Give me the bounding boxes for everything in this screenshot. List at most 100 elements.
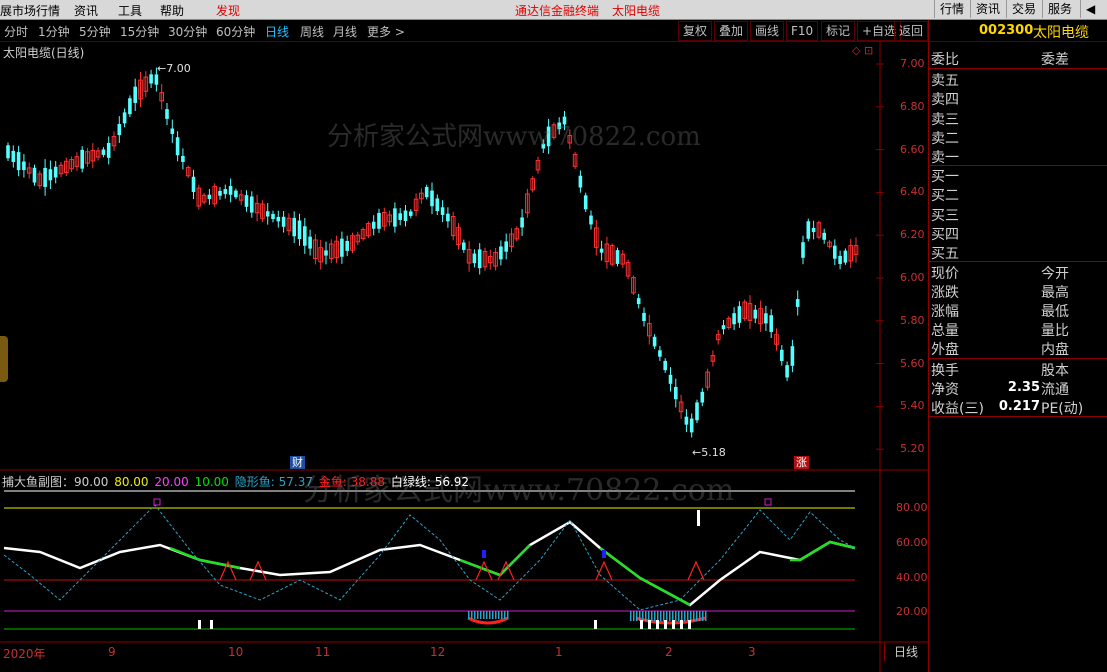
candle-body: [700, 391, 705, 403]
legend-gold-fish: 金鱼: 38.88: [318, 475, 386, 489]
candle-body: [769, 315, 773, 332]
candle-body: [583, 195, 588, 210]
candle-body: [276, 216, 281, 222]
menu-discover[interactable]: 发现: [216, 2, 240, 19]
news-button[interactable]: 资讯: [970, 0, 1005, 18]
period-monthly[interactable]: 月线: [333, 23, 357, 40]
menu-help[interactable]: 帮助: [160, 2, 184, 19]
candle-body: [154, 74, 159, 85]
quote-label: 总量: [931, 323, 959, 339]
candle-body: [308, 236, 312, 249]
period-60min[interactable]: 60分钟: [216, 23, 255, 40]
candle-body: [636, 298, 641, 305]
quote-label-right: 最高: [1041, 285, 1069, 301]
order-book-label: 买二: [931, 188, 959, 205]
service-button[interactable]: 服务: [1042, 0, 1077, 18]
buy-marker: [482, 550, 486, 558]
sub-chart-legend: 捕大鱼副图：90.00 80.00 20.00 10.00 隐形鱼: 57.37…: [2, 473, 471, 490]
signal-bar: [664, 620, 667, 629]
candle-body: [695, 402, 699, 421]
candle-body: [424, 186, 429, 198]
candle-body: [393, 208, 397, 227]
candle-body: [668, 374, 673, 384]
period-weekly[interactable]: 周线: [300, 23, 324, 40]
candle-body: [674, 386, 678, 400]
period-1min[interactable]: 1分钟: [38, 23, 70, 40]
candle-body: [795, 299, 800, 307]
candle-body: [80, 149, 84, 169]
period-5min[interactable]: 5分钟: [79, 23, 111, 40]
period-30min[interactable]: 30分钟: [168, 23, 207, 40]
candle-body: [642, 312, 646, 322]
candle-body: [43, 167, 47, 187]
quote-button[interactable]: 行情: [934, 0, 969, 18]
candle-body: [689, 418, 694, 433]
candle-body: [345, 240, 349, 251]
price-tick: 6.00: [900, 271, 925, 284]
menu-market[interactable]: 展市场行情: [0, 2, 60, 19]
signal-bar: [594, 620, 597, 629]
candle-body: [281, 216, 286, 227]
quote-label-right: 股本: [1041, 363, 1069, 379]
price-tick: 6.60: [900, 142, 925, 156]
candle-body: [181, 155, 185, 162]
candle-body: [403, 210, 408, 221]
green-segment: [790, 540, 856, 562]
period-daily[interactable]: 日线: [265, 23, 289, 40]
order-book-label: 买三: [931, 207, 959, 224]
mark-button[interactable]: 标记: [821, 21, 856, 41]
signal-bar: [688, 620, 691, 629]
period-more[interactable]: 更多 >: [367, 23, 405, 40]
candle-body: [191, 176, 196, 193]
trade-button[interactable]: 交易: [1006, 0, 1041, 18]
collapse-arrow-icon[interactable]: ◀: [1080, 0, 1100, 18]
candle-body: [811, 227, 816, 233]
candle-body: [16, 152, 21, 171]
draw-line-button[interactable]: 画线: [750, 21, 785, 41]
sub-axis-tick: 20.00: [896, 605, 928, 618]
candle-body: [265, 211, 270, 217]
signal-bar: [210, 620, 213, 629]
watermark-top: 分析家公式网www.70822.com: [327, 122, 701, 152]
quote-label: 换手: [931, 363, 959, 379]
period-15min[interactable]: 15分钟: [120, 23, 159, 40]
candle-body: [170, 128, 175, 134]
candle-body: [838, 255, 842, 264]
wei-cha-label: 委差: [1041, 52, 1069, 68]
white-green-line: [3, 520, 856, 607]
signal-bar: [697, 510, 700, 526]
candle-body: [764, 313, 768, 324]
candle-body: [477, 249, 482, 269]
period-tab-daily[interactable]: 日线: [884, 643, 927, 661]
legend-80: 80.00: [114, 475, 149, 489]
quote-label-right: 今开: [1041, 266, 1069, 282]
diamond-icon[interactable]: ◇ ⊡: [852, 44, 873, 57]
top-marker: [153, 498, 161, 506]
candle-body: [589, 215, 593, 225]
candle-body: [578, 175, 583, 188]
restore-rights-button[interactable]: 复权: [678, 21, 713, 41]
candle-body: [106, 142, 111, 158]
f10-button[interactable]: F10: [786, 21, 819, 41]
side-expand-handle[interactable]: [0, 336, 8, 382]
quote-label-right: PE(动): [1041, 401, 1084, 417]
back-button[interactable]: 返回: [894, 21, 929, 41]
candle-body: [790, 346, 795, 366]
candle-body: [53, 166, 58, 178]
candle-body: [398, 213, 402, 220]
candle-body: [684, 416, 689, 425]
candle-body: [149, 74, 153, 84]
candle-body: [822, 232, 826, 240]
period-fenshi[interactable]: 分时: [4, 23, 28, 40]
overlay-button[interactable]: 叠加: [714, 21, 749, 41]
candle-body: [165, 109, 169, 119]
candle-body: [122, 112, 127, 124]
menu-tools[interactable]: 工具: [118, 2, 142, 19]
signal-bar: [672, 620, 675, 629]
date-tick: 2020年: [3, 647, 46, 661]
limit-up-badge[interactable]: 涨: [794, 456, 809, 469]
date-tick: 1: [555, 645, 563, 659]
signal-bar: [648, 620, 651, 629]
price-tick: 6.40: [900, 185, 925, 199]
menu-news[interactable]: 资讯: [74, 2, 98, 19]
